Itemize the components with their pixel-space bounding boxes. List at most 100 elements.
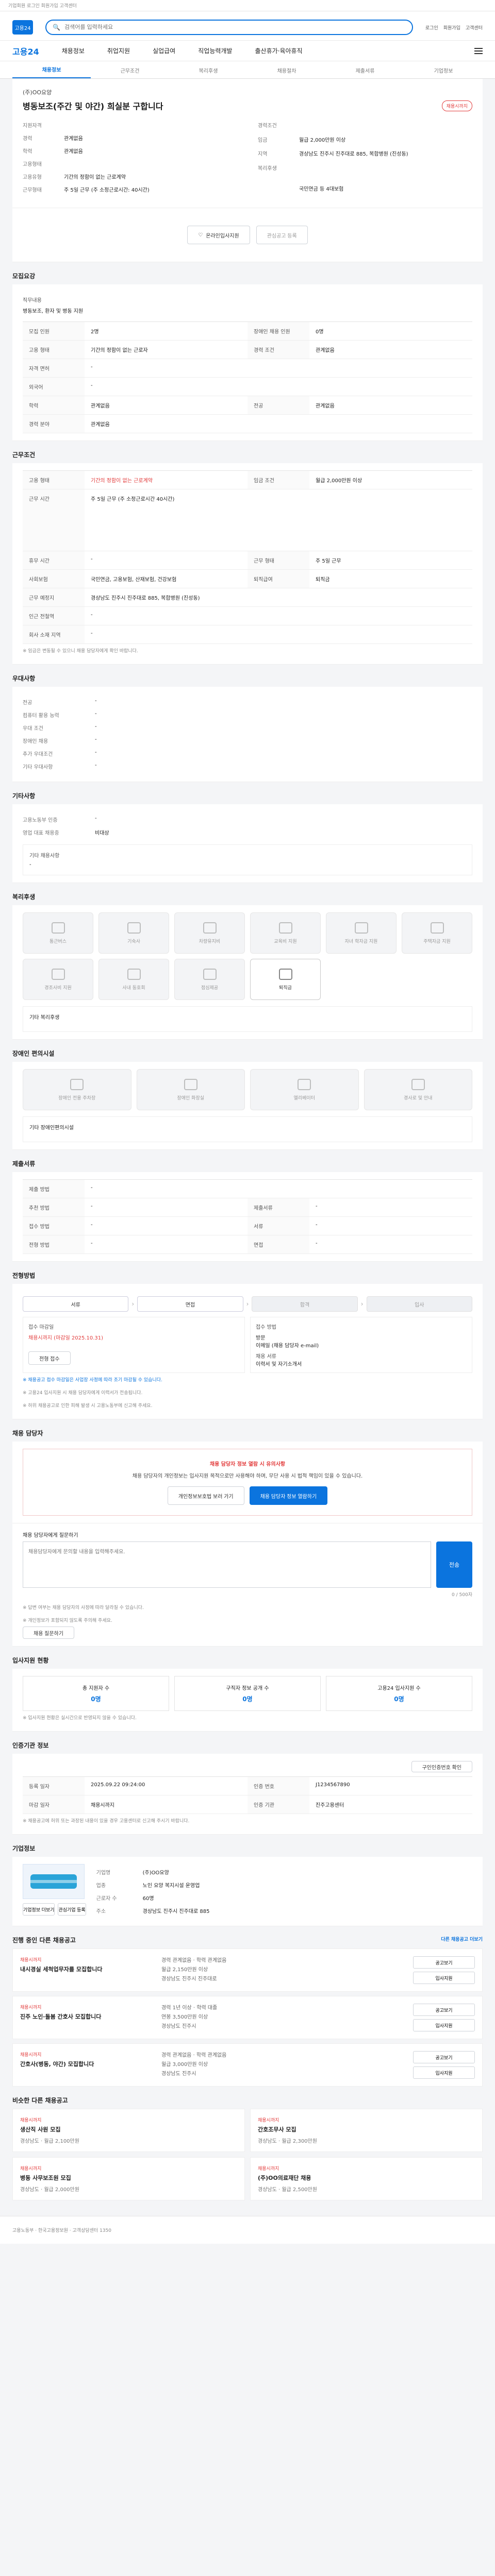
wage-note: ※ 임금은 변동될 수 있으니 채용 담당자에게 확인 바랍니다.: [23, 649, 138, 654]
recruit-heading: 모집요강: [12, 273, 36, 280]
welfare-grid: 통근버스 기숙사 차량유지비 교육비 지원 자녀 학자금 지원 주택자금 지원 …: [23, 912, 472, 1000]
info-section: 구인인증번호 확인 등록 일자 2025.09.22 09:24:00 인증 번호 J…: [12, 1754, 483, 1835]
verify-button[interactable]: 구인인증번호 확인: [411, 1761, 472, 1772]
footer: 고용노동부 · 한국고용정보원 · 고객상담센터 1350: [0, 2216, 495, 2244]
nav-item-leave[interactable]: 출산휴가·육아휴직: [255, 46, 302, 55]
nav-item-jobs[interactable]: 채용정보: [62, 46, 85, 55]
welfare-tile: 자녀 학자금 지원: [326, 912, 397, 954]
disability-section: 장애인 전용 주차장 장애인 화장실 엘리베이터 경사로 및 안내 기타 장애인…: [12, 1062, 483, 1150]
view-contact-button[interactable]: 채용 담당자 정보 열람하기: [249, 1486, 328, 1505]
search-input[interactable]: [64, 24, 406, 30]
question-input[interactable]: [23, 1541, 431, 1588]
view-job-button[interactable]: 공고보기: [413, 2004, 475, 2016]
logo[interactable]: 고용24: [12, 20, 33, 35]
nav-item-benefit[interactable]: 실업급여: [153, 46, 175, 55]
list-item[interactable]: 채용시까지 병동 사무보조원 모집 경상남도 · 월급 2,000만원: [12, 2157, 245, 2200]
login-link[interactable]: 로그인: [425, 24, 438, 31]
process-steps: 서류 › 면접 › 합격 › 입사: [23, 1291, 472, 1317]
company-heading: 기업정보: [12, 1845, 36, 1852]
severance-icon: [278, 968, 292, 980]
dormitory-icon: [127, 922, 141, 934]
welfare-section: 통근버스 기숙사 차량유지비 교육비 지원 자녀 학자금 지원 주택자금 지원 …: [12, 905, 483, 1040]
send-question-button[interactable]: 전송: [436, 1541, 472, 1588]
privacy-law-button[interactable]: 개인정보보호법 보러 가기: [167, 1486, 244, 1505]
help-link[interactable]: 고객센터: [466, 24, 483, 31]
company-logo: [23, 1864, 85, 1899]
company-section: 기업정보 더보기 관심기업 등록 기업명 (주)OO요양 업종 노인 요양 복지시설…: [12, 1857, 483, 1926]
recommend-grid: 채용시까지 생산직 사원 모집 경상남도 · 월급 2,100만원 채용시까지 간호조…: [12, 2109, 483, 2200]
nav-item-support[interactable]: 취업지원: [107, 46, 130, 55]
online-apply-button[interactable]: ♡ 온라인입사지원: [187, 226, 250, 244]
nav-item-training[interactable]: 직업능력개발: [198, 46, 232, 55]
status-heading: 입사지원 현황: [12, 1657, 49, 1664]
disability-tile: 장애인 전용 주차장: [23, 1069, 131, 1110]
search-icon: 🔍: [53, 24, 60, 31]
tab-company[interactable]: 기업정보: [404, 66, 483, 78]
process-section: 서류 › 면접 › 합격 › 입사 접수 마감일 채용시까지 (마감일 2025.10…: [12, 1284, 483, 1419]
status-section: 총 지원자 수 0명 구직자 정보 공개 수 0명 고용24 입사지원 수 0명 ※ …: [12, 1669, 483, 1732]
tab-process[interactable]: 채용절차: [248, 66, 326, 78]
ramp-icon: [411, 1078, 425, 1090]
job-title: 병동보조(주간 및 야간) 희실분 구합니다: [23, 101, 163, 111]
company-follow-button[interactable]: 관심기업 등록: [58, 1903, 86, 1916]
house-icon: [430, 922, 444, 934]
welfare-tile-active: 퇴직금: [250, 959, 321, 1000]
arrow-icon: ›: [131, 1300, 135, 1308]
signup-link[interactable]: 회원가입: [443, 24, 460, 31]
step-join: 입사: [366, 1296, 472, 1312]
welfare-tile: 교육비 지원: [250, 912, 321, 954]
tuition-icon: [354, 922, 368, 934]
conditions-table: 고용 형태 기간의 정함이 없는 근로계약 임금 조건 월급 2,000만원 이상 근…: [23, 470, 472, 644]
summary-left: 지원자격 경력 관계없음 학력 관계없음 고용형태 고용유형 기간의 정함이 없는 근…: [23, 123, 150, 193]
job-summary: (주)OO요양 병동보조(주간 및 야간) 희실분 구합니다 채용시까지 지원자…: [12, 79, 483, 208]
header: 고용24 🔍 로그인 회원가입 고객센터: [0, 11, 495, 41]
tab-welfare[interactable]: 복리후생: [169, 66, 248, 78]
list-item[interactable]: 채용시까지 생산직 사원 모집 경상남도 · 월급 2,100만원: [12, 2109, 245, 2152]
arrow-icon: ›: [246, 1300, 249, 1308]
docs-section: 제출 방법 - 추천 방법 - 제출서류 - 접수 방법 - 서류 - 전형 방법 - 면접 -: [12, 1172, 483, 1262]
disability-tile: 장애인 화장실: [136, 1069, 245, 1110]
other-section: 고용노동부 인증 - 영업 대표 채용중 비대상 기타 채용사항 -: [12, 804, 483, 883]
disability-heading: 장애인 편의시설: [12, 1050, 55, 1057]
company-name[interactable]: (주)OO요양: [23, 88, 472, 96]
nav-brand[interactable]: 고용24: [12, 45, 39, 57]
view-job-button[interactable]: 공고보기: [413, 2051, 475, 2063]
info-heading: 인증기관 정보: [12, 1742, 49, 1749]
hamburger-menu-icon[interactable]: [474, 47, 483, 54]
job-description: 병동보조, 환자 및 병동 지원: [23, 309, 84, 314]
restroom-icon: [184, 1078, 197, 1090]
list-item[interactable]: 채용시까지 (주)OO의료재단 채용 경상남도 · 월급 2,500만원: [250, 2157, 483, 2200]
section-tabs: 채용정보 근무조건 복리후생 채용절차 제출서류 기업정보: [0, 61, 495, 79]
search-box[interactable]: 🔍: [45, 20, 413, 35]
meal-icon: [203, 968, 217, 980]
list-item[interactable]: 채용시까지 진주 노인·돌봄 간호사 모집합니다 경력 1년 이상 · 학력 대졸…: [12, 1996, 483, 2039]
disability-tile: 경사로 및 안내: [364, 1069, 472, 1110]
tab-conditions[interactable]: 근무조건: [91, 66, 169, 78]
step-pass: 합격: [252, 1296, 358, 1312]
apply-process-button[interactable]: 전형 접수: [28, 1351, 71, 1365]
other-heading: 기타사항: [12, 792, 36, 800]
company-more-button[interactable]: 기업정보 더보기: [23, 1903, 55, 1916]
elevator-icon: [298, 1078, 311, 1090]
stat-public: 구직자 정보 공개 수 0명: [174, 1676, 321, 1711]
apply-job-button[interactable]: 입사지원: [413, 2066, 475, 2079]
list-item[interactable]: 채용시까지 내시경실 세척업무자를 모집합니다 경력 관계없음 · 학력 관계없음…: [12, 1948, 483, 1992]
heart-icon: ♡: [198, 232, 203, 238]
contact-notice: 채용 담당자 정보 열람 시 유의사항 채용 담당자의 개인정보는 입사지원 목…: [23, 1449, 472, 1516]
list-item[interactable]: 채용시까지 간호조무사 모집 경상남도 · 월급 2,300만원: [250, 2109, 483, 2152]
welfare-tile: 차량유지비: [174, 912, 245, 954]
view-job-button[interactable]: 공고보기: [413, 1956, 475, 1969]
list-item[interactable]: 채용시까지 간호사(병동, 야간) 모집합니다 경력 관계없음 · 학력 관계없음…: [12, 2043, 483, 2087]
conditions-heading: 근무조건: [12, 451, 36, 459]
recruit-table: 모집 인원 2명 장애인 채용 인원 0명 고용 형태 기간의 정함이 없는 근로자 경력…: [23, 321, 472, 433]
main-nav: 고용24 채용정보 취업지원 실업급여 직업능력개발 출산휴가·육아휴직: [0, 41, 495, 61]
more-jobs-link[interactable]: 다른 채용공고 더보기: [441, 1936, 483, 1944]
ask-button[interactable]: 채용 질문하기: [23, 1626, 74, 1639]
welfare-tile: 기숙사: [98, 912, 169, 954]
bookmark-button[interactable]: 관심공고 등록: [256, 226, 308, 244]
tab-recruit[interactable]: 채용정보: [12, 65, 91, 78]
apply-job-button[interactable]: 입사지원: [413, 2019, 475, 2031]
apply-job-button[interactable]: 입사지원: [413, 1972, 475, 1984]
utility-bar: 기업회원 로그인 회원가입 고객센터: [0, 0, 495, 11]
tab-docs[interactable]: 제출서류: [326, 66, 404, 78]
